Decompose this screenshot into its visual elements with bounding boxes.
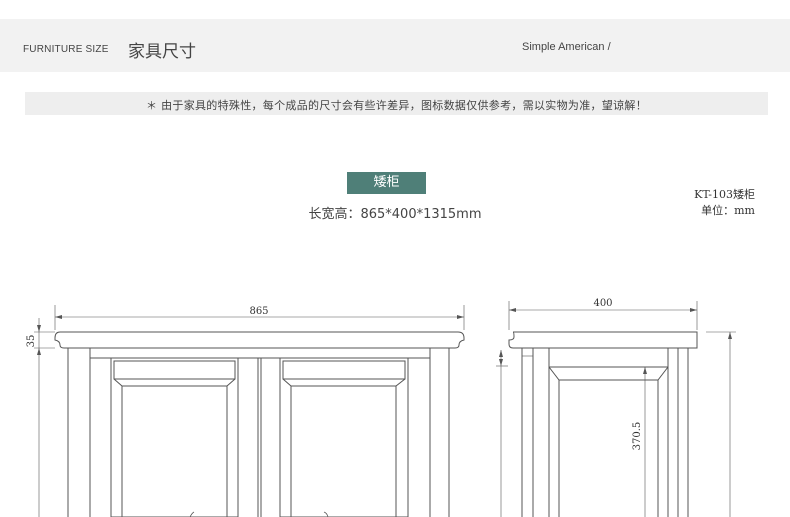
top-thickness-label: 35 (26, 335, 37, 348)
side-height-label: 370.5 (632, 422, 643, 451)
side-view (496, 301, 736, 517)
technical-drawing: 865 35 400 370.5 (26, 298, 736, 517)
side-depth-label: 400 (593, 298, 612, 309)
front-width-label: 865 (249, 306, 268, 317)
front-view (34, 305, 465, 517)
